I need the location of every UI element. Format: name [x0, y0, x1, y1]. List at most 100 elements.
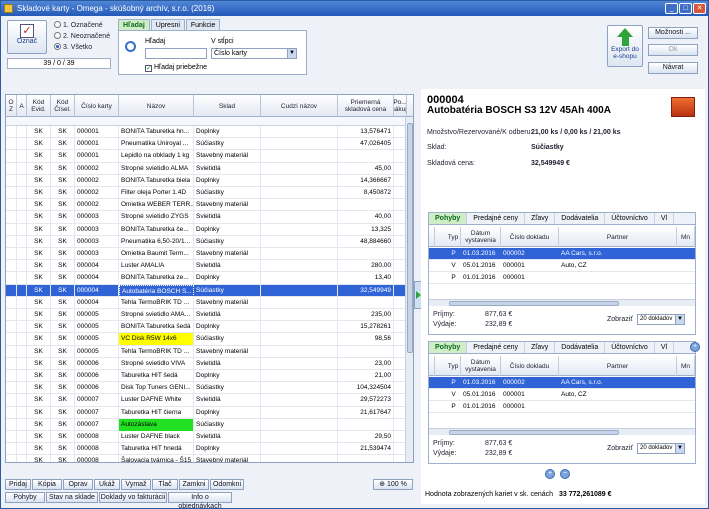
options-button[interactable]: Možnosti ... — [648, 27, 698, 39]
table-row[interactable]: SK SK 000005 Tehla TermoBRIK TD ... Stavebný… — [6, 345, 413, 358]
info-button-3[interactable]: Info o objednávkach — [168, 492, 232, 508]
table-row[interactable]: SK SK 000007 Luster DAFNE White Svietidlá 29,… — [6, 394, 413, 407]
action-button-4[interactable]: Vymaž — [121, 479, 151, 490]
radio-all[interactable]: 3. Všetko — [54, 43, 92, 51]
info-button-0[interactable]: Pohyby — [5, 492, 45, 503]
sub-col[interactable]: Číslo dokladu — [501, 356, 559, 376]
table-row[interactable]: SK SK 000004 Tehla TermoBRIK TD ... Stavebný… — [6, 296, 413, 309]
table-row[interactable]: SK SK 000003 Stropné svietidlo ZYGS Svietidl… — [6, 211, 413, 224]
sub-row[interactable]: P 01.01.2016 000001 — [429, 272, 695, 284]
sub-tab[interactable]: Vl — [655, 342, 675, 353]
table-row[interactable]: SK SK 000007 Taburetka HIT čierna Doplnky 21,… — [6, 406, 413, 419]
col-avg-price[interactable]: Priemerná skladová cena — [338, 95, 394, 117]
action-button-7[interactable]: Odomkni — [210, 479, 244, 490]
table-row[interactable]: SK SK 000001 BONITA Taburetka hn... Doplnky 1… — [6, 126, 413, 139]
zoom-control[interactable]: ⊕ 100 % — [373, 479, 413, 490]
table-row[interactable]: SK SK 000006 Stropné svietidlo VIVA Svietidl… — [6, 357, 413, 370]
col-a[interactable]: A — [17, 95, 27, 117]
search-input[interactable] — [145, 48, 207, 59]
col-purchase[interactable]: Po... nákup — [394, 95, 407, 117]
table-row[interactable]: SK SK 000001 Lepidlo na obklady 1 kg Stavebn… — [6, 150, 413, 163]
sub-col[interactable]: Partner — [559, 356, 677, 376]
table-row[interactable]: SK SK 000002 Omietka WEBER TERR... Stavebný … — [6, 199, 413, 212]
sub-tab[interactable]: Dodávatelia — [555, 342, 606, 353]
sub-row[interactable]: V 05.01.2016 000001 Auto, CZ — [429, 260, 695, 272]
action-button-3[interactable]: Ukáž — [94, 479, 120, 490]
grid-scrollbar[interactable] — [405, 117, 413, 462]
sub-row[interactable]: V 05.01.2016 000001 Auto, CZ — [429, 389, 695, 401]
table-row[interactable]: SK SK 000004 BONITA Taburetka ze... Doplnky 1… — [6, 272, 413, 285]
sub-col[interactable]: Partner — [559, 227, 677, 247]
col-foreign-name[interactable]: Cudzí názov — [261, 95, 338, 117]
sub-row[interactable]: P 01.01.2016 000001 — [429, 401, 695, 413]
sub-tab[interactable]: Pohyby — [429, 342, 468, 353]
sub-hscroll-thumb[interactable] — [449, 301, 619, 306]
progressive-search-checkbox[interactable]: ✓ Hľadaj priebežne — [145, 64, 207, 72]
sub-tab[interactable]: Predajné ceny — [467, 213, 526, 224]
add-panel-button[interactable]: + — [545, 469, 555, 479]
table-row[interactable]: SK SK 000008 Luster DAFNE black Svietidlá 29,… — [6, 431, 413, 444]
sub-col[interactable]: Typ — [446, 227, 461, 247]
close-button[interactable]: ✕ — [693, 3, 706, 14]
col-evid[interactable]: Kód Evid. — [27, 95, 51, 117]
column-select[interactable]: Číslo karty ▼ — [211, 48, 297, 59]
col-name[interactable]: Názov — [119, 95, 194, 117]
tab-refine[interactable]: Upresni — [150, 19, 185, 30]
table-row[interactable]: SK SK 000003 BONITA Taburetka če... Doplnky 1… — [6, 223, 413, 236]
ok-button[interactable]: Ok — [648, 44, 698, 56]
table-row[interactable]: SK SK 000007 Autozástava Súčiastky — [6, 418, 413, 431]
sub-tab[interactable]: Zľavy — [525, 342, 556, 353]
info-button-1[interactable]: Stav na sklade — [46, 492, 98, 503]
sub-col[interactable]: Mn — [677, 356, 695, 376]
show-select[interactable]: 20 dokladov ▼ — [637, 314, 685, 325]
sub-hscroll[interactable] — [429, 428, 695, 435]
col-card-number[interactable]: Číslo karty — [75, 95, 119, 117]
table-row[interactable]: SK SK 000002 Filter oleja Porter 1.4D Súčias… — [6, 187, 413, 200]
scroll-thumb[interactable] — [407, 123, 413, 353]
radio-marked[interactable]: 1. Označené — [54, 21, 103, 29]
print-button[interactable]: Tlač — [152, 479, 178, 490]
sub-col[interactable]: Typ — [446, 356, 461, 376]
table-row[interactable]: SK SK 000005 VC Disk R5W 14x6 Súčiastky 98,56 — [6, 333, 413, 346]
table-row[interactable]: SK SK 000005 Stropné svietidlo AMA... Svieti… — [6, 309, 413, 322]
radio-unmarked[interactable]: 2. Neoznačené — [54, 32, 110, 40]
sub-col[interactable]: Číslo dokladu — [501, 227, 559, 247]
info-button-2[interactable]: Doklady vo fakturácii — [99, 492, 167, 503]
action-button-6[interactable]: Zamkni — [179, 479, 209, 490]
maximize-button[interactable]: □ — [679, 3, 692, 14]
table-row[interactable]: SK SK 000004 Autobatéria BOSCH S... Súčiastk… — [6, 284, 413, 297]
sub-row[interactable]: › P 01.03.2016 000002 AA Cars, s.r.o. — [429, 377, 695, 389]
col-oz[interactable]: O Z — [6, 95, 17, 117]
sub-tab[interactable]: Účtovníctvo — [605, 213, 655, 224]
grid-filter-row[interactable] — [6, 117, 413, 126]
action-button-1[interactable]: Kópia — [32, 479, 62, 490]
remove-panel-button[interactable]: − — [560, 469, 570, 479]
sub-col[interactable]: Dátum vystavenia — [461, 227, 501, 247]
action-button-0[interactable]: Pridaj — [5, 479, 31, 490]
sub-tab[interactable]: Zľavy — [525, 213, 556, 224]
sub-row[interactable]: › P 01.03.2016 000002 AA Cars, s.r.o. — [429, 248, 695, 260]
sub-hscroll-thumb[interactable] — [449, 430, 619, 435]
table-row[interactable]: SK SK 000002 Stropné svietidlo ALMA Svietidl… — [6, 162, 413, 175]
table-row[interactable]: SK SK 000003 Pneumatika 6,50-20/1... Súčiast… — [6, 235, 413, 248]
table-row[interactable]: SK SK 000006 Disk Top Tuners GENI... Súčiast… — [6, 382, 413, 395]
table-row[interactable]: SK SK 000001 Pneumatika Uniroyal ... Súčiast… — [6, 138, 413, 151]
table-row[interactable]: SK SK 000002 BONITA Taburetka biela Doplnky 1… — [6, 174, 413, 187]
table-row[interactable]: SK SK 000008 Taburetka HIT hnedá Doplnky 21,5… — [6, 443, 413, 456]
sub-tab[interactable]: Predajné ceny — [467, 342, 526, 353]
sub-hscroll[interactable] — [429, 299, 695, 306]
export-eshop-button[interactable]: Export do e-shopu — [607, 25, 643, 67]
sub-col[interactable]: Mn — [677, 227, 695, 247]
table-row[interactable]: SK SK 000003 Omietka Baumit Term... Stavebný… — [6, 248, 413, 261]
col-cisel[interactable]: Kód Čísel. — [51, 95, 75, 117]
col-store[interactable]: Sklad — [194, 95, 261, 117]
sub-tab[interactable]: Dodávatelia — [555, 213, 606, 224]
sub-col[interactable]: Dátum vystavenia — [461, 356, 501, 376]
tab-functions[interactable]: Funkcie — [185, 19, 221, 30]
add-subpanel-button[interactable]: + — [690, 342, 700, 352]
tab-search[interactable]: Hľadaj — [118, 19, 150, 30]
show-select[interactable]: 20 dokladov ▼ — [637, 443, 685, 454]
table-row[interactable]: SK SK 000004 Luster AMALIA Svietidlá 280,00 — [6, 260, 413, 273]
sub-tab[interactable]: Vl — [655, 213, 675, 224]
return-button[interactable]: Návrat — [648, 62, 698, 74]
